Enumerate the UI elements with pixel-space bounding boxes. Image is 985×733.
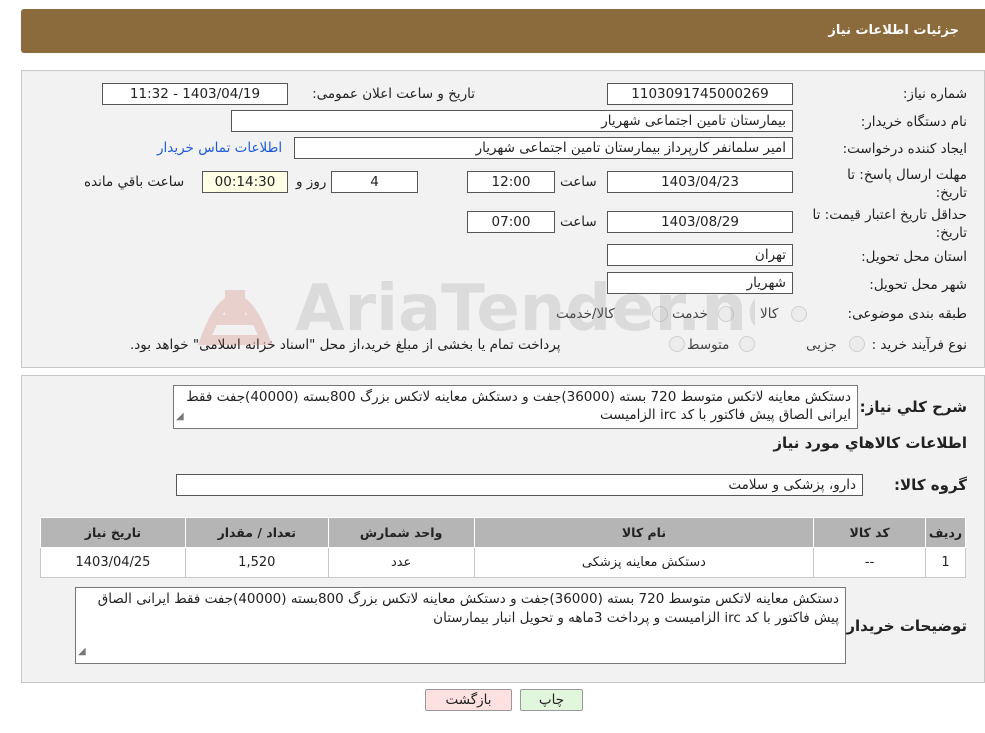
- buyer-notes-textarea[interactable]: دستکش معاینه لاتکس متوسط 720 بسته (36000…: [75, 587, 846, 664]
- process-note: پرداخت تمام یا بخشی از مبلغ خرید،از محل …: [130, 337, 561, 353]
- resize-grip-icon[interactable]: ◢: [78, 642, 86, 661]
- col-code: كد كالا: [813, 517, 926, 548]
- page-header: جزئیات اطلاعات نیاز: [21, 9, 985, 53]
- col-quantity: تعداد / مقدار: [184, 517, 329, 548]
- items-section-title: اطلاعات كالاهاي مورد نياز: [773, 434, 967, 452]
- process-option-minor: جزیی: [806, 337, 837, 353]
- table-row: 1 -- دستکش معاینه پزشکی عدد 1,520 1403/0…: [40, 547, 967, 578]
- buyer-org-label: نام دستگاه خریدار:: [860, 114, 967, 130]
- buyer-contact-link[interactable]: اطلاعات تماس خریدار: [157, 140, 282, 156]
- row-name: دستکش معاینه پزشکی: [473, 547, 815, 578]
- reply-time-label: ساعت: [560, 174, 597, 190]
- col-date: تاريخ نياز: [40, 517, 186, 548]
- goods-group-field: دارو، پزشکی و سلامت: [176, 474, 863, 496]
- col-name: نام كالا: [473, 517, 815, 548]
- buyer-notes-text: دستکش معاینه لاتکس متوسط 720 بسته (36000…: [97, 591, 839, 626]
- row-date: 1403/04/25: [40, 547, 186, 578]
- process-note-radio[interactable]: [669, 336, 685, 352]
- reply-date-field: 1403/04/23: [607, 171, 793, 193]
- row-code: --: [813, 547, 926, 578]
- back-button[interactable]: بازگشت: [425, 689, 512, 711]
- requester-label: ایجاد کننده درخواست:: [842, 141, 967, 157]
- remaining-time-field: 00:14:30: [202, 171, 288, 193]
- need-number-field: 1103091745000269: [607, 83, 793, 105]
- category-option-service: خدمت: [672, 306, 708, 322]
- row-number: 1: [924, 547, 967, 578]
- validity-date-field: 1403/08/29: [607, 211, 793, 233]
- buyer-org-field: بیمارستان تامین اجتماعی شهریار: [231, 110, 793, 132]
- reply-time-field: 12:00: [467, 171, 555, 193]
- city-label: شهر محل تحویل:: [869, 277, 967, 293]
- announce-datetime-label: تاریخ و ساعت اعلان عمومی:: [312, 86, 475, 102]
- need-number-label: شماره نیاز:: [902, 86, 967, 102]
- validity-time-field: 07:00: [467, 211, 555, 233]
- day-label: روز و: [296, 174, 327, 190]
- goods-group-label: گروه كالا:: [894, 476, 967, 494]
- category-option-goods-service: کالا/خدمت: [556, 306, 615, 322]
- days-field: 4: [331, 171, 418, 193]
- validity-time-label: ساعت: [560, 214, 597, 230]
- process-option-medium: متوسط: [687, 337, 730, 353]
- reply-deadline-label: مهلت ارسال پاسخ: تا تاریخ:: [847, 167, 967, 201]
- summary-text: دستکش معاینه لاتکس متوسط 720 بسته (36000…: [186, 389, 851, 423]
- summary-label: شرح كلي نياز:: [859, 398, 967, 416]
- process-radio-minor[interactable]: [849, 336, 865, 352]
- requester-field: امیر سلمانفر کارپرداز بیمارستان تامین اج…: [294, 137, 793, 159]
- print-button[interactable]: چاپ: [520, 689, 583, 711]
- items-table-header: رديف كد كالا نام كالا واحد شمارش تعداد /…: [40, 517, 967, 548]
- process-radio-medium[interactable]: [739, 336, 755, 352]
- process-label: نوع فرآیند خرید :: [871, 337, 967, 353]
- items-table: رديف كد كالا نام كالا واحد شمارش تعداد /…: [40, 517, 967, 578]
- row-quantity: 1,520: [184, 547, 329, 578]
- resize-grip-icon[interactable]: ◢: [176, 408, 184, 426]
- buyer-notes-label: توضیحات خریدار:: [840, 617, 967, 635]
- category-radio-service[interactable]: [718, 306, 734, 322]
- summary-textarea[interactable]: دستکش معاینه لاتکس متوسط 720 بسته (36000…: [173, 385, 858, 429]
- page-title: جزئیات اطلاعات نیاز: [828, 23, 959, 38]
- announce-datetime-field: 1403/04/19 - 11:32: [102, 83, 288, 105]
- remaining-label: ساعت باقي مانده: [84, 174, 185, 190]
- category-radio-goods[interactable]: [791, 306, 807, 322]
- col-row: رديف: [924, 517, 967, 548]
- province-field: تهران: [607, 244, 793, 266]
- category-radio-goods-service[interactable]: [652, 306, 668, 322]
- category-label: طبقه بندی موضوعی:: [847, 306, 967, 322]
- price-validity-label: حداقل تاریخ اعتبار قیمت: تا تاریخ:: [812, 207, 967, 241]
- category-option-goods: کالا: [760, 306, 779, 322]
- col-unit: واحد شمارش: [327, 517, 475, 548]
- province-label: استان محل تحویل:: [861, 249, 967, 265]
- row-unit: عدد: [327, 547, 475, 578]
- city-field: شهریار: [607, 272, 793, 294]
